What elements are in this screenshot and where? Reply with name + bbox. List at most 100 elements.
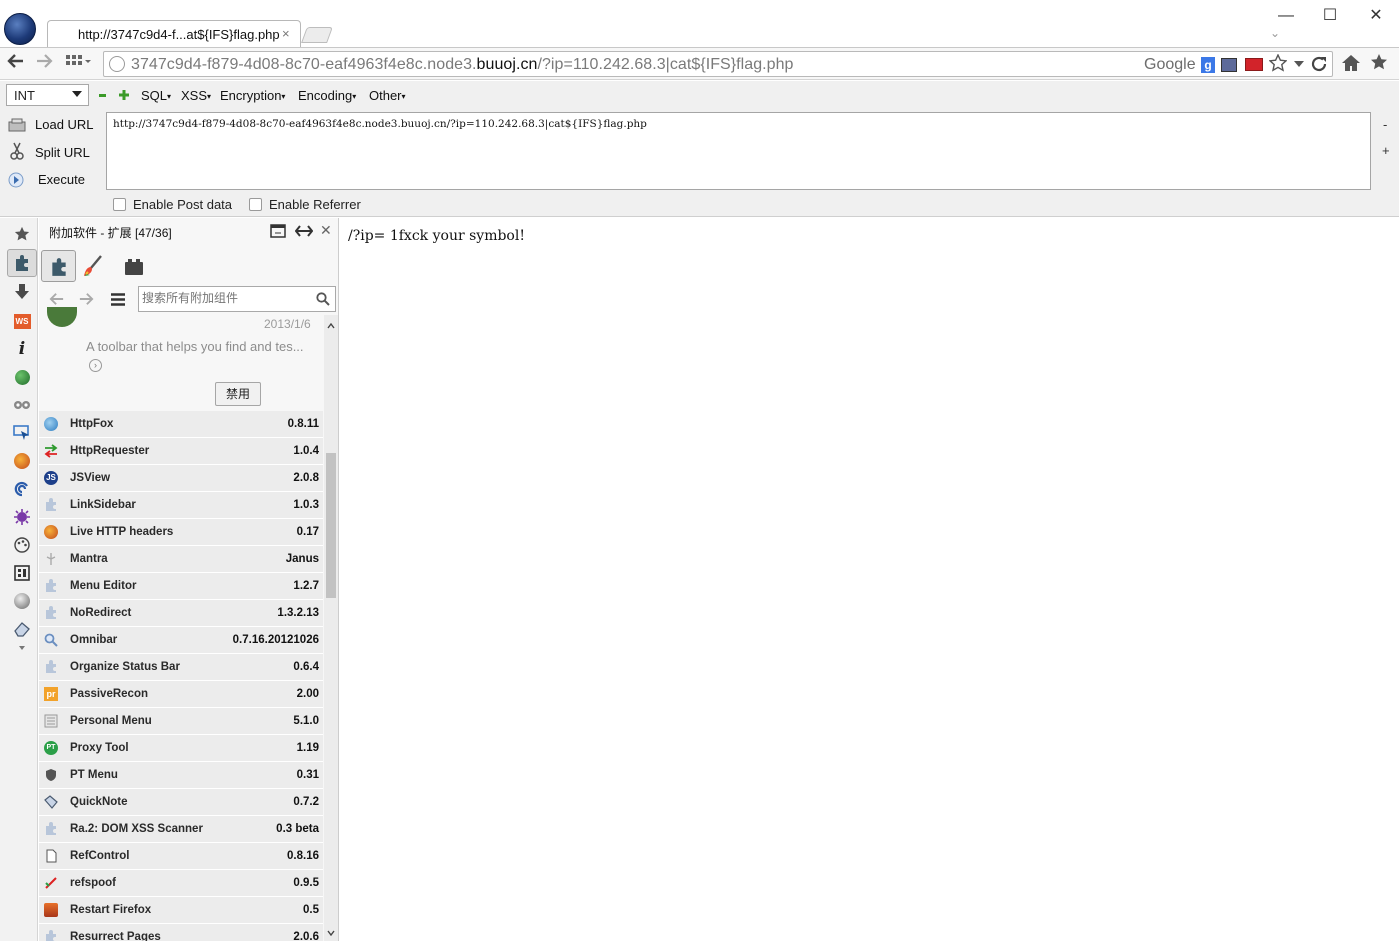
list-item[interactable]: Ra.2: DOM XSS Scanner 0.3 beta: [39, 816, 323, 843]
scrollbar-thumb[interactable]: [326, 453, 336, 598]
palette-icon[interactable]: [11, 535, 33, 555]
sidebar-scrollbar[interactable]: [324, 315, 338, 941]
list-item[interactable]: HttpRequester 1.0.4: [39, 438, 323, 465]
refspoof-icon: [45, 877, 57, 889]
list-item[interactable]: HttpFox 0.8.11: [39, 411, 323, 438]
list-item[interactable]: LinkSidebar 1.0.3: [39, 492, 323, 519]
puzzle-piece-icon: [46, 498, 56, 511]
url-bar[interactable]: 3747c9d4-f879-4d08-8c70-eaf4963f4e8c.nod…: [103, 51, 1333, 77]
flag-icon[interactable]: [1245, 58, 1263, 71]
home-icon[interactable]: [1340, 53, 1362, 73]
back-button[interactable]: [7, 53, 29, 75]
layout-icon[interactable]: [11, 563, 33, 583]
list-item[interactable]: refspoof 0.9.5: [39, 870, 323, 897]
virus-icon[interactable]: [11, 507, 33, 527]
list-item[interactable]: Mantra Janus: [39, 546, 323, 573]
list-item[interactable]: PT Menu 0.31: [39, 762, 323, 789]
tab-appearance[interactable]: [83, 254, 105, 278]
green-ball-icon[interactable]: [11, 367, 33, 387]
enable-referrer-checkbox[interactable]: [249, 198, 262, 211]
star-icon[interactable]: [11, 224, 33, 244]
enable-post-label: Enable Post data: [133, 197, 233, 212]
close-window-button[interactable]: ✕: [1364, 6, 1388, 26]
history-grid-button[interactable]: [64, 53, 94, 75]
list-item[interactable]: JS JSView 2.0.8: [39, 465, 323, 492]
sidebar-forward-icon[interactable]: [77, 292, 95, 306]
addon-search-input[interactable]: [142, 291, 310, 305]
minus-icon[interactable]: [99, 94, 106, 97]
forward-button[interactable]: [35, 53, 57, 75]
firebug-icon[interactable]: [11, 451, 33, 471]
eraser-icon[interactable]: [11, 619, 33, 639]
menu-xss[interactable]: XSS▾: [181, 88, 211, 103]
more-info-icon[interactable]: ›: [89, 359, 102, 372]
sidebar-close-icon[interactable]: ✕: [320, 222, 332, 239]
inspector-icon[interactable]: [11, 423, 33, 443]
search-engine-label[interactable]: Google: [1144, 56, 1196, 74]
plus-icon[interactable]: [119, 90, 129, 100]
menu-other[interactable]: Other▾: [369, 88, 406, 103]
firefox-logo-icon[interactable]: [4, 13, 36, 45]
list-item[interactable]: NoRedirect 1.3.2.13: [39, 600, 323, 627]
menu-encryption[interactable]: Encryption▾: [220, 88, 285, 103]
sidebar-window-icon[interactable]: [270, 224, 286, 238]
reload-icon[interactable]: [1310, 55, 1328, 73]
sidebar-menu-icon[interactable]: [111, 293, 125, 306]
expand-button[interactable]: +: [1382, 143, 1390, 158]
list-item[interactable]: RefControl 0.8.16: [39, 843, 323, 870]
list-item[interactable]: Omnibar 0.7.16.20121026: [39, 627, 323, 654]
globe-icon: [109, 56, 125, 72]
enable-post-checkbox[interactable]: [113, 198, 126, 211]
sidebar-swap-icon[interactable]: [295, 225, 313, 237]
document-icon: [46, 849, 57, 863]
url-text[interactable]: 3747c9d4-f879-4d08-8c70-eaf4963f4e8c.nod…: [131, 56, 794, 74]
tab-list-icon[interactable]: ⌄: [1270, 26, 1280, 40]
selected-addon-card[interactable]: 2013/1/6 A toolbar that helps you find a…: [43, 307, 323, 411]
ws-icon[interactable]: WS: [11, 311, 33, 331]
list-item[interactable]: Organize Status Bar 0.6.4: [39, 654, 323, 681]
maximize-button[interactable]: ☐: [1318, 6, 1342, 26]
bookmarks-star-icon[interactable]: [1370, 53, 1388, 71]
addon-search-box[interactable]: [138, 286, 336, 312]
google-icon[interactable]: g: [1201, 57, 1215, 73]
menu-list-icon: [44, 714, 58, 728]
url-prefix: 3747c9d4-f879-4d08-8c70-eaf4963f4e8c.nod…: [131, 56, 477, 73]
restart-firefox-icon: [44, 903, 58, 917]
tab-plugins[interactable]: [124, 258, 144, 276]
shrink-button[interactable]: -: [1383, 117, 1387, 132]
menu-encoding[interactable]: Encoding▾: [298, 88, 356, 103]
bookmark-star-icon[interactable]: [1269, 54, 1287, 72]
bookmark-dropdown-icon[interactable]: [1294, 61, 1304, 67]
scroll-up-icon[interactable]: [327, 323, 335, 329]
list-item[interactable]: Live HTTP headers 0.17: [39, 519, 323, 546]
list-item[interactable]: Menu Editor 1.2.7: [39, 573, 323, 600]
swirl-icon[interactable]: [11, 479, 33, 499]
download-icon[interactable]: [11, 282, 33, 302]
live-http-headers-icon: [44, 525, 58, 539]
list-item[interactable]: Personal Menu 5.1.0: [39, 708, 323, 735]
disable-button[interactable]: 禁用: [215, 382, 261, 406]
encoding-select[interactable]: INT: [6, 84, 89, 106]
globe-grey-icon[interactable]: [11, 591, 33, 611]
info-icon[interactable]: i: [11, 339, 33, 359]
php-icon[interactable]: [1221, 58, 1237, 72]
search-icon[interactable]: [316, 292, 330, 306]
list-item[interactable]: QuickNote 0.7.2: [39, 789, 323, 816]
minimize-button[interactable]: —: [1274, 6, 1298, 26]
menu-sql[interactable]: SQL▾: [141, 88, 171, 103]
more-tools-icon[interactable]: [19, 646, 25, 650]
tab-extensions[interactable]: [41, 250, 76, 282]
scroll-down-icon[interactable]: [327, 930, 335, 936]
scissors-icon: [10, 142, 24, 160]
tab-active[interactable]: http://3747c9d4-f...at${IFS}flag.php ×: [47, 20, 301, 47]
url-textarea[interactable]: http://3747c9d4-f879-4d08-8c70-eaf4963f4…: [106, 112, 1371, 190]
tab-close-icon[interactable]: ×: [282, 26, 290, 41]
list-item[interactable]: Resurrect Pages 2.0.6: [39, 924, 323, 941]
list-item[interactable]: pr PassiveRecon 2.00: [39, 681, 323, 708]
addons-button-active[interactable]: [7, 249, 37, 277]
new-tab-button[interactable]: [301, 27, 333, 43]
mask-icon[interactable]: [11, 395, 33, 415]
list-item[interactable]: Restart Firefox 0.5: [39, 897, 323, 924]
sidebar-back-icon[interactable]: [48, 292, 66, 306]
list-item[interactable]: PT Proxy Tool 1.19: [39, 735, 323, 762]
